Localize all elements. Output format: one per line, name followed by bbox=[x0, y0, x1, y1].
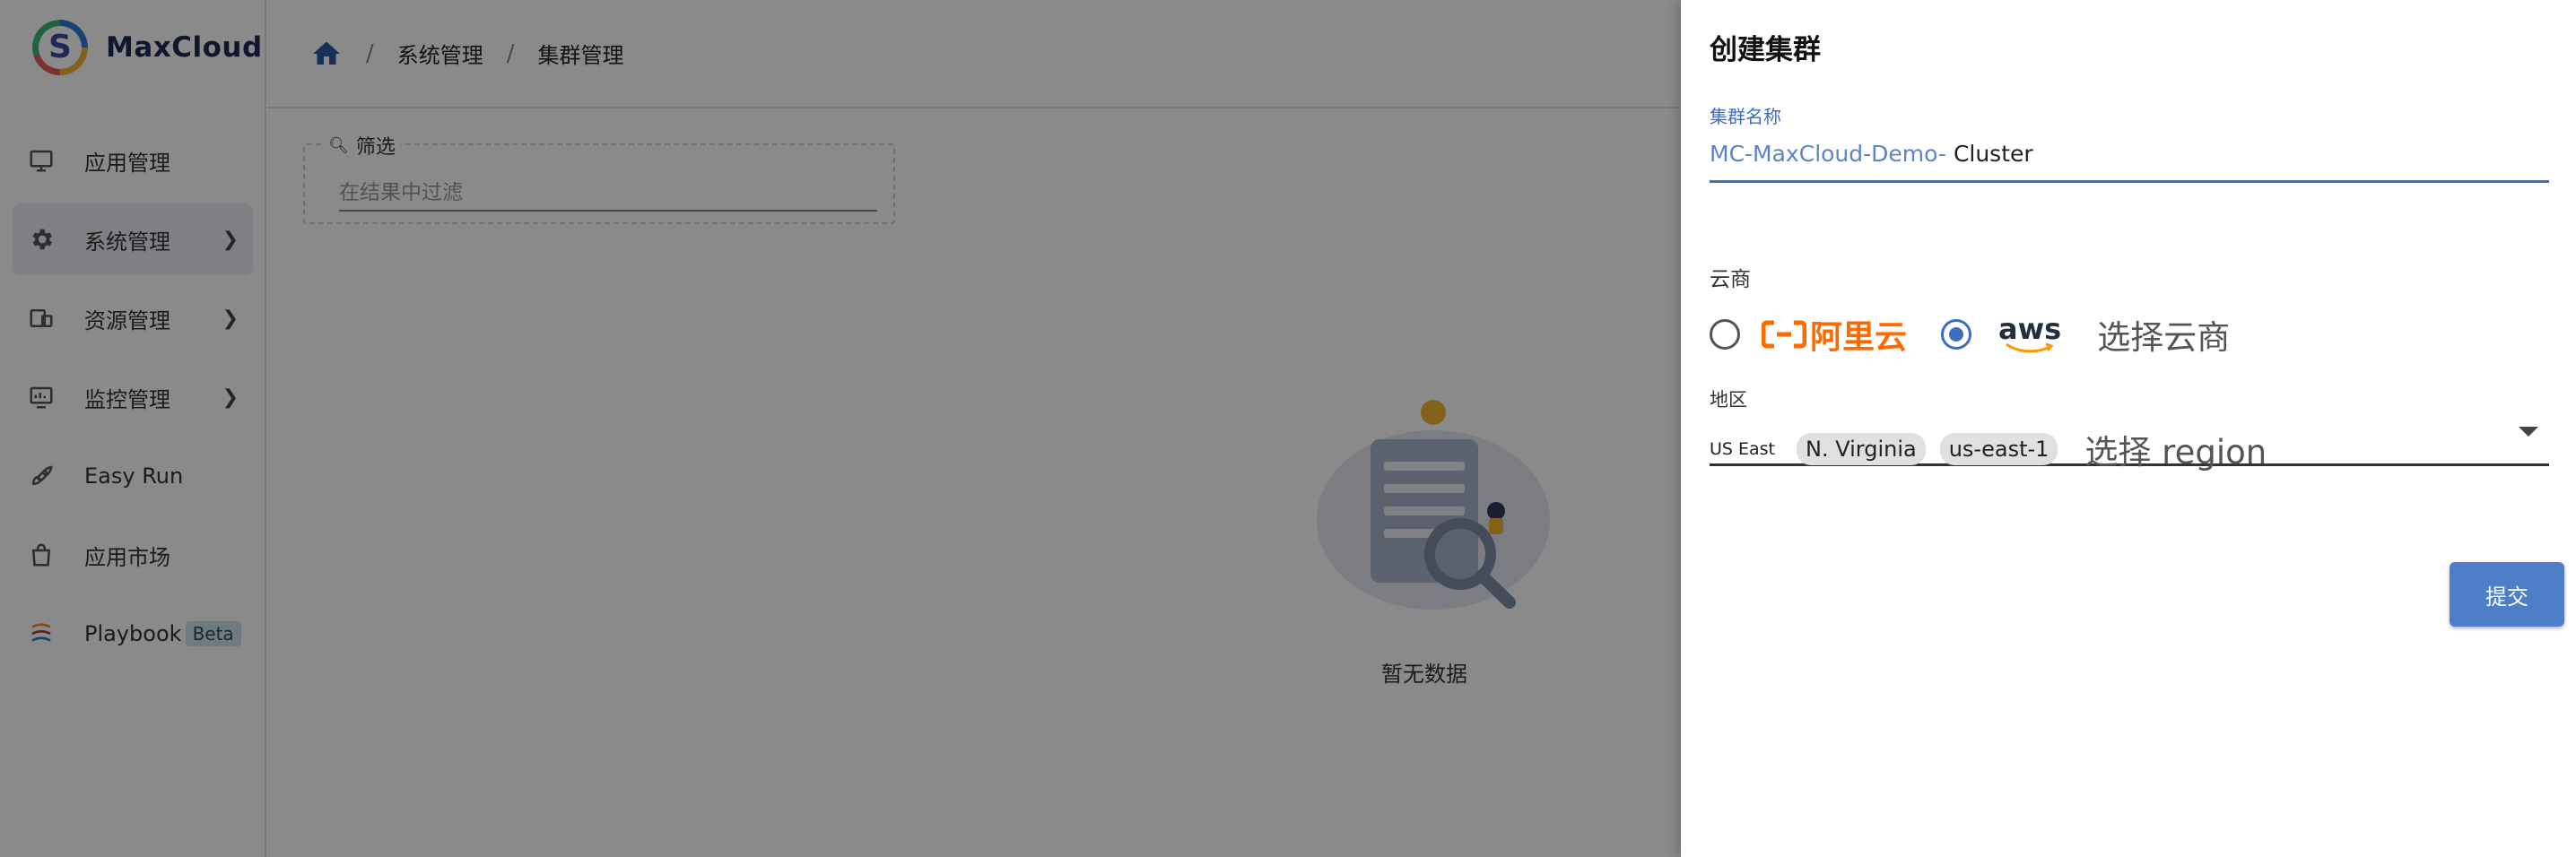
cluster-name-field[interactable]: 集群名称 MC-MaxCloud-Demo- Cluster bbox=[1710, 102, 2549, 183]
aws-logo[interactable]: aws bbox=[1998, 312, 2062, 353]
caret-down-icon[interactable] bbox=[2519, 427, 2538, 437]
cloud-provider-label: 云商 bbox=[1710, 268, 1751, 291]
cloud-provider-hint: 选择云商 bbox=[2097, 318, 2231, 357]
cluster-name-input[interactable]: Cluster bbox=[1954, 141, 2033, 167]
cluster-name-value[interactable]: MC-MaxCloud-Demo- Cluster bbox=[1710, 141, 2549, 167]
region-prefix: US East bbox=[1710, 439, 1776, 459]
region-select[interactable]: US East N. Virginia us-east-1 选择 region bbox=[1710, 425, 2549, 473]
cluster-name-label: 集群名称 bbox=[1710, 106, 1781, 127]
submit-button[interactable]: 提交 bbox=[2450, 562, 2564, 627]
cloud-provider-options: 阿里云 aws 选择云商 bbox=[1710, 310, 2549, 359]
create-cluster-drawer: 创建集群 集群名称 MC-MaxCloud-Demo- Cluster 云商 阿里… bbox=[1681, 0, 2576, 857]
region-field[interactable]: 地区 US East N. Virginia us-east-1 选择 regi… bbox=[1710, 385, 2549, 472]
radio-aliyun[interactable] bbox=[1710, 319, 1740, 350]
drawer-title: 创建集群 bbox=[1710, 34, 1821, 66]
region-hint: 选择 region bbox=[2084, 433, 2267, 472]
aliyun-label: 阿里云 bbox=[1810, 319, 1908, 356]
aws-smile-icon bbox=[2006, 342, 2054, 353]
region-chip: N. Virginia bbox=[1797, 433, 1926, 465]
region-chip: us-east-1 bbox=[1939, 433, 2058, 465]
aliyun-logo-icon bbox=[1762, 320, 1806, 349]
radio-aws[interactable] bbox=[1941, 319, 1972, 350]
cloud-provider-field: 云商 阿里云 aws 选择云商 bbox=[1710, 262, 2549, 359]
aliyun-logo[interactable]: 阿里云 bbox=[1762, 311, 1907, 358]
aws-label: aws bbox=[1998, 312, 2062, 346]
region-label: 地区 bbox=[1710, 389, 1747, 411]
modal-overlay[interactable] bbox=[0, 0, 1681, 857]
maxcloud-logo-icon: S bbox=[32, 20, 88, 75]
cluster-name-prefix: MC-MaxCloud-Demo- bbox=[1710, 141, 1946, 167]
